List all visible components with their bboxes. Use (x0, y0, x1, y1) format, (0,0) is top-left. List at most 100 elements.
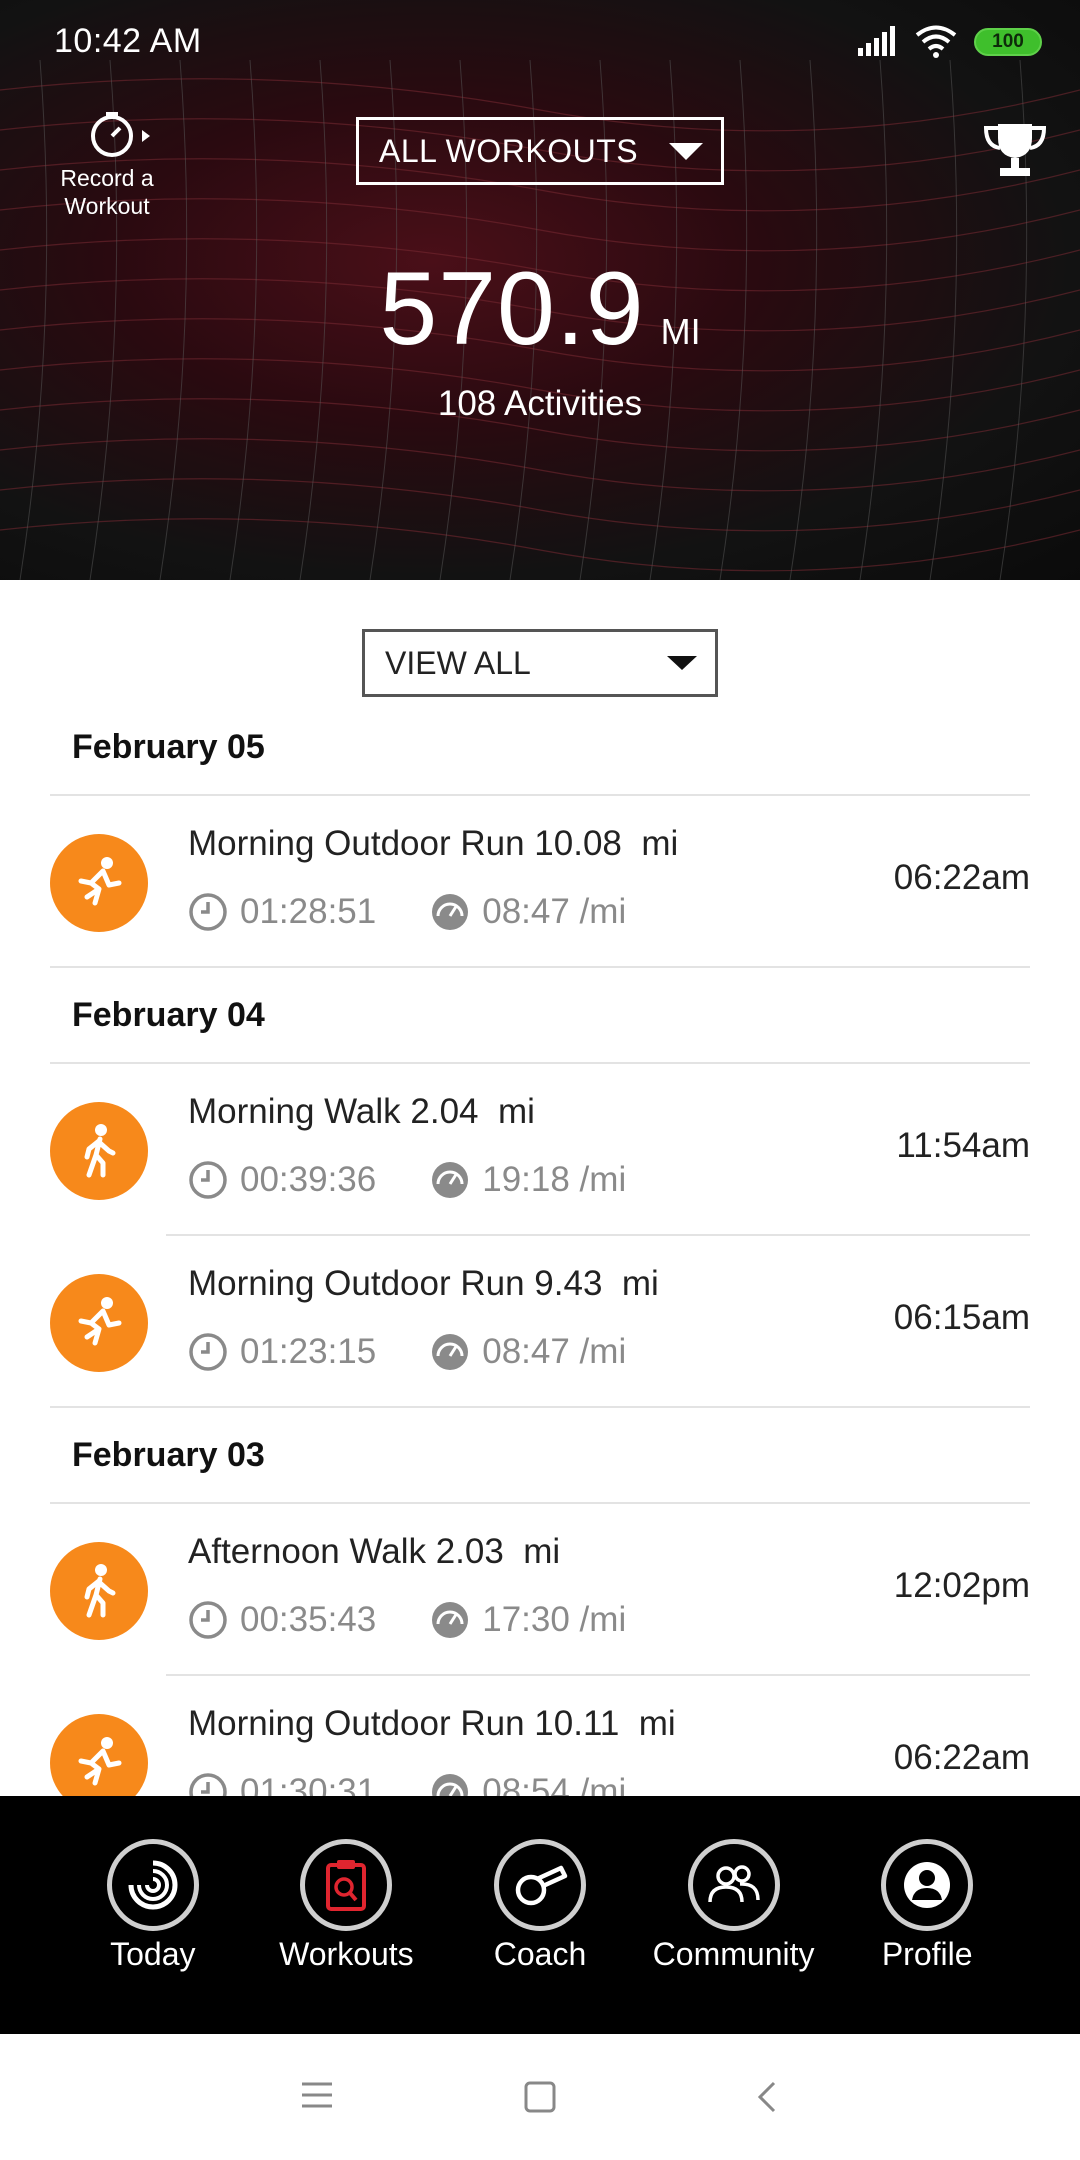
workout-time: 06:15am (893, 1298, 1030, 1337)
nav-label: Today (110, 1936, 196, 1972)
workout-type-label: ALL WORKOUTS (379, 132, 639, 169)
bottom-navigation: Today Workouts Coach Community Profile (0, 1796, 1080, 2034)
run-icon (50, 1714, 148, 1796)
workout-stats: 01:30:31 08:54 /mi (188, 1772, 626, 1796)
pace-value: 17:30 /mi (482, 1600, 627, 1639)
workout-row[interactable]: Morning Outdoor Run 10.08 mi 01:28:51 08… (0, 796, 1080, 968)
record-workout-button[interactable]: Record a Workout (52, 110, 162, 220)
workout-stats: 00:35:43 17:30 /mi (188, 1600, 626, 1640)
dropdown-arrow-icon (669, 142, 703, 160)
clock-icon (189, 1773, 227, 1796)
duration-stat: 00:39:36 (188, 1160, 376, 1200)
workout-title: Afternoon Walk 2.03 mi (188, 1532, 561, 1571)
battery-icon: 100 (974, 28, 1042, 56)
pace-value: 08:54 /mi (482, 1772, 627, 1796)
pace-value: 08:47 /mi (482, 1332, 627, 1371)
record-label-line2: Workout (64, 193, 150, 219)
workout-row[interactable]: Morning Walk 2.04 mi 00:39:36 19:18 /mi … (0, 1064, 1080, 1236)
duration-stat: 00:35:43 (188, 1600, 376, 1640)
workout-list[interactable]: February 05 Morning Outdoor Run 10.08 mi… (0, 700, 1080, 1796)
walk-icon (50, 1102, 148, 1200)
workout-stats: 01:28:51 08:47 /mi (188, 892, 626, 932)
status-time: 10:42 AM (54, 22, 202, 60)
workout-title: Morning Outdoor Run 9.43 mi (188, 1264, 659, 1303)
nav-label: Coach (493, 1936, 587, 1972)
total-distance-value: 570.9 (379, 251, 645, 367)
record-label-line1: Record a (60, 165, 154, 191)
whistle-icon (493, 1839, 586, 1931)
duration-stat: 01:28:51 (188, 892, 376, 932)
nav-label: Workouts (279, 1936, 414, 1972)
workout-time: 11:54am (896, 1126, 1030, 1165)
menu-icon[interactable] (300, 2080, 334, 2110)
duration-value: 01:30:31 (240, 1772, 377, 1796)
divider (50, 1406, 1030, 1408)
speedometer-icon (432, 894, 469, 930)
duration-value: 00:39:36 (240, 1160, 377, 1199)
workout-row[interactable]: Morning Outdoor Run 9.43 mi 01:23:15 08:… (0, 1236, 1080, 1408)
pace-value: 08:47 /mi (482, 892, 627, 931)
workout-stats: 00:39:36 19:18 /mi (188, 1160, 626, 1200)
speedometer-icon (432, 1602, 469, 1638)
pace-stat: 08:47 /mi (430, 892, 626, 932)
clock-icon (189, 1333, 227, 1371)
total-distance-unit: MI (660, 311, 701, 352)
date-header: February 03 (50, 1408, 1030, 1504)
duration-stat: 01:30:31 (188, 1772, 376, 1796)
nav-profile[interactable]: Profile (830, 1796, 1024, 2034)
pace-stat: 17:30 /mi (430, 1600, 626, 1640)
date-header: February 04 (50, 968, 1030, 1064)
workout-title: Morning Walk 2.04 mi (188, 1092, 535, 1131)
divider (50, 966, 1030, 968)
profile-user-icon (881, 1839, 974, 1931)
nav-workouts[interactable]: Workouts (250, 1796, 444, 2034)
community-people-icon (687, 1839, 780, 1931)
nav-label: Profile (881, 1936, 973, 1972)
workout-title: Morning Outdoor Run 10.11 mi (188, 1704, 676, 1743)
clock-icon (189, 1161, 227, 1199)
pace-stat: 19:18 /mi (430, 1160, 626, 1200)
date-group: February 03 (50, 1408, 1030, 1504)
date-group: February 05 (50, 700, 1030, 796)
system-navigation-bar (0, 2034, 1080, 2160)
today-ring-icon (106, 1839, 199, 1931)
back-icon[interactable] (756, 2080, 778, 2114)
duration-value: 01:28:51 (240, 892, 377, 931)
pace-value: 19:18 /mi (482, 1160, 627, 1199)
clock-icon (189, 1601, 227, 1639)
walk-icon (50, 1542, 148, 1640)
nav-label: Community (652, 1936, 815, 1972)
view-filter-label: VIEW ALL (385, 644, 531, 681)
home-icon[interactable] (523, 2080, 557, 2114)
view-filter-dropdown[interactable]: VIEW ALL (362, 629, 718, 697)
workout-row[interactable]: Afternoon Walk 2.03 mi 00:35:43 17:30 /m… (0, 1504, 1080, 1676)
workout-row[interactable]: Morning Outdoor Run 10.11 mi 01:30:31 08… (0, 1676, 1080, 1796)
date-header: February 05 (50, 700, 1030, 796)
activities-count: 108 Activities (437, 384, 643, 423)
clock-icon (189, 893, 227, 931)
wifi-icon (915, 25, 957, 58)
workouts-clipboard-icon (300, 1839, 393, 1931)
date-group: February 04 (50, 968, 1030, 1064)
workout-type-dropdown[interactable]: ALL WORKOUTS (356, 117, 724, 185)
trophy-icon[interactable] (982, 122, 1048, 178)
status-bar: 10:42 AM 100 (0, 0, 1080, 84)
duration-value: 00:35:43 (240, 1600, 377, 1639)
run-icon (50, 834, 148, 932)
pace-stat: 08:47 /mi (430, 1332, 626, 1372)
nav-community[interactable]: Community (637, 1796, 831, 2034)
nav-today[interactable]: Today (56, 1796, 250, 2034)
workout-time: 06:22am (893, 858, 1030, 897)
workout-time: 06:22am (893, 1738, 1030, 1777)
total-distance: 570.9 MI (0, 250, 1080, 369)
speedometer-icon (432, 1774, 469, 1796)
workout-title: Morning Outdoor Run 10.08 mi (188, 824, 679, 863)
nav-coach[interactable]: Coach (443, 1796, 637, 2034)
dropdown-arrow-icon (667, 656, 697, 670)
workout-stats: 01:23:15 08:47 /mi (188, 1332, 626, 1372)
run-icon (50, 1274, 148, 1372)
stopwatch-icon (91, 112, 150, 157)
speedometer-icon (432, 1162, 469, 1198)
summary-header: 10:42 AM 100 Record a Workout ALL WORKOU… (0, 0, 1080, 580)
duration-value: 01:23:15 (240, 1332, 377, 1371)
